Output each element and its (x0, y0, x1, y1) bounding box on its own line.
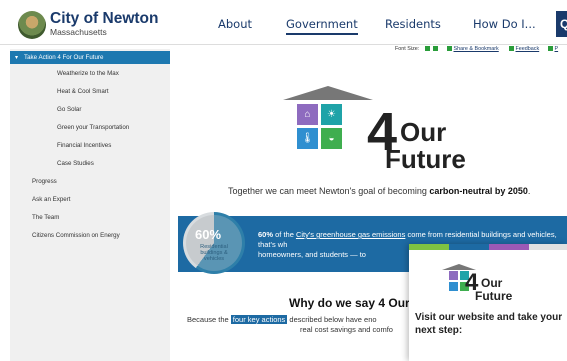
nav-government[interactable]: Government (286, 17, 358, 35)
sidebar-subitem-transportation[interactable]: Green your Transportation (57, 124, 129, 131)
solar-panel-icon: ☀ (321, 104, 342, 125)
sidebar-item-label: Take Action 4 For Our Future (24, 54, 104, 61)
car-icon: ◒ (321, 128, 342, 149)
header-divider (0, 44, 567, 45)
popup-stripe-green (409, 244, 449, 250)
nav-how-do-i[interactable]: How Do I... (473, 17, 536, 31)
site-name[interactable]: City of Newton (50, 10, 159, 28)
font-increase-button[interactable] (425, 46, 430, 52)
chevron-down-icon: ▾ (15, 54, 19, 61)
logo-future: Future (385, 144, 466, 174)
search-icon: Q (560, 17, 567, 31)
thermometer-icon: 🌡 (297, 128, 318, 149)
site-state: Massachusetts (50, 27, 107, 37)
city-seal-logo[interactable] (18, 11, 46, 39)
feedback-label: Feedback (515, 46, 540, 52)
popup-stripe-grey (529, 244, 567, 250)
search-button[interactable]: Q (556, 11, 567, 37)
font-decrease-button[interactable] (433, 46, 438, 52)
share-bookmark-link[interactable]: Share & Bookmark (447, 46, 499, 52)
because-text: Because the four key actions described b… (187, 315, 377, 324)
popup-house-icon (449, 271, 458, 280)
nav-about[interactable]: About (218, 17, 252, 31)
popup-stripe-blue (449, 244, 489, 250)
sidebar-item-commission[interactable]: Citizens Commission on Energy (32, 232, 120, 239)
sidebar-subitem-financial[interactable]: Financial Incentives (57, 142, 111, 149)
popup-logo-our: Our (481, 276, 503, 290)
popup-logo-future: Future (475, 289, 513, 303)
popup-stripe-purple (489, 244, 529, 250)
print-icon (548, 46, 553, 52)
house-icon: ⌂ (297, 104, 318, 125)
emissions-link[interactable]: City's greenhouse gas emissions (296, 230, 405, 239)
feedback-link[interactable]: Feedback (509, 46, 539, 52)
print-link[interactable]: P (548, 46, 558, 52)
nav-residents[interactable]: Residents (385, 17, 441, 31)
sidebar-item-ask-expert[interactable]: Ask an Expert (32, 196, 71, 203)
promo-popup[interactable]: 4 Our Future Visit our website and take … (409, 244, 567, 361)
tagline: Together we can meet Newton's goal of be… (228, 186, 531, 196)
sidebar-item-progress[interactable]: Progress (32, 178, 57, 185)
sidebar-subitem-weatherize[interactable]: Weatherize to the Max (57, 70, 119, 77)
pie-percent: 60% (195, 227, 222, 242)
sidebar-item-team[interactable]: The Team (32, 214, 59, 221)
print-label: P (554, 46, 559, 52)
share-bookmark-label: Share & Bookmark (453, 46, 499, 52)
because-text-line2: real cost savings and comfo (300, 325, 393, 334)
pie-label: Residential buildings & vehicles (200, 244, 228, 263)
sidebar: ▾ Take Action 4 For Our Future Weatheriz… (10, 49, 170, 361)
logo-roof (283, 86, 373, 100)
sidebar-subitem-heat-cool[interactable]: Heat & Cool Smart (57, 88, 109, 95)
share-icon (447, 46, 452, 52)
font-size-label: Font Size: (395, 46, 420, 52)
section-heading: Why do we say 4 Our (289, 296, 410, 310)
popup-text: Visit our website and take your next ste… (415, 312, 563, 336)
sidebar-subitem-case-studies[interactable]: Case Studies (57, 160, 94, 167)
sidebar-item-take-action[interactable]: ▾ Take Action 4 For Our Future (10, 51, 170, 64)
sidebar-subitem-solar[interactable]: Go Solar (57, 106, 81, 113)
feedback-icon (509, 46, 514, 52)
popup-thermometer-icon (449, 282, 458, 291)
four-key-actions-link[interactable]: four key actions (230, 315, 288, 324)
